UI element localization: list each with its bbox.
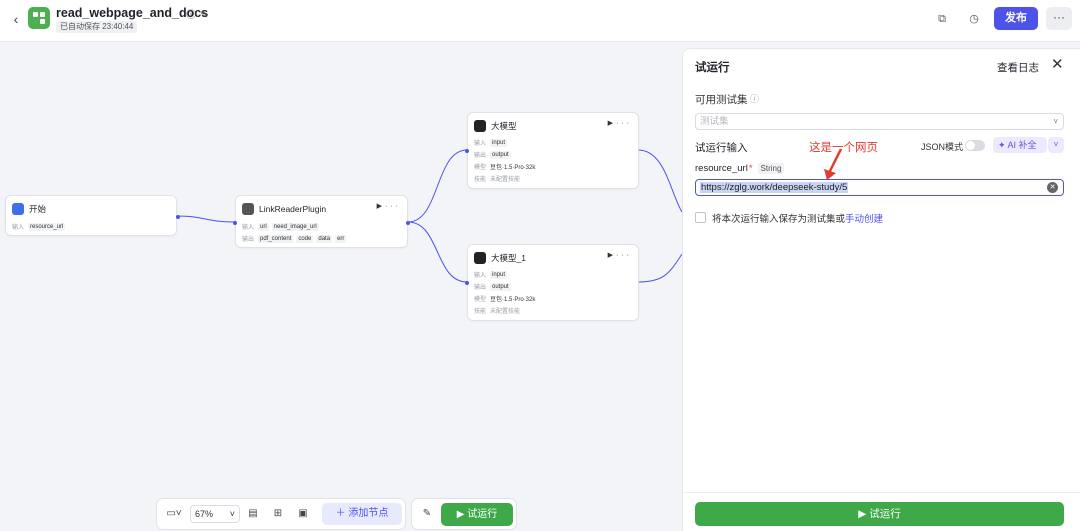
clear-icon[interactable]: ✕ xyxy=(1047,182,1058,193)
top-header: ‹ read_webpage_and_docs ⓘ✎ 已自动保存 23:40:4… xyxy=(0,0,1080,42)
add-node-button[interactable]: ＋ 添加节点 xyxy=(322,503,402,525)
copy-icon[interactable]: ⧉ xyxy=(933,10,951,28)
play-icon: ▶ xyxy=(456,509,468,520)
play-icon: ▶ xyxy=(858,508,870,520)
json-mode-label: JSON模式 xyxy=(921,142,964,152)
canvas-toolbar: ▭˅ 67% ˅ ▤ ⊞ ▣ ＋ 添加节点 xyxy=(156,498,406,530)
node-title: 大模型_1 xyxy=(491,252,526,263)
node-llm-1[interactable]: 大模型_1 ▶··· 输入 input 输出 output 模型 豆包·1.5·Pro… xyxy=(465,244,639,321)
more-icon[interactable]: ··· xyxy=(385,203,401,210)
panel-run-button[interactable]: ▶ 试运行 xyxy=(695,502,1064,526)
comment-icon[interactable]: ▤ xyxy=(245,506,261,522)
publish-button[interactable]: 发布 xyxy=(994,7,1038,30)
test-run-panel: 试运行 查看日志 ✕ 可用测试集 ⓘ 测试集 ˅ 试运行输入 这是一个网页 JS… xyxy=(682,48,1080,531)
workflow-canvas[interactable]: 开始 输入 resource_url LinkReaderPlugin ▶··· … xyxy=(0,42,682,531)
more-icon[interactable]: ··· xyxy=(616,120,632,127)
save-as-test-set-text: 将本次运行输入保存为测试集或手动创建 xyxy=(712,214,884,225)
input-port[interactable] xyxy=(465,149,469,153)
output-port[interactable] xyxy=(406,221,410,225)
run-input-label: 试运行输入 xyxy=(695,142,748,154)
test-set-select[interactable]: 测试集 ˅ xyxy=(695,113,1064,130)
annotation-arrow-icon xyxy=(824,148,843,180)
output-port[interactable] xyxy=(176,215,180,219)
llm-node-icon xyxy=(474,119,486,132)
panel-divider xyxy=(683,492,1080,493)
zoom-select[interactable]: 67% ˅ xyxy=(190,505,240,523)
more-menu-button[interactable]: ··· xyxy=(1046,7,1072,30)
manual-create-link[interactable]: 手动创建 xyxy=(845,214,883,225)
more-icon[interactable]: ··· xyxy=(616,252,632,259)
input-port[interactable] xyxy=(233,221,237,225)
close-icon[interactable]: ✕ xyxy=(1051,57,1064,73)
param-tag: resource_url xyxy=(28,222,66,231)
node-title: LinkReaderPlugin xyxy=(259,203,327,214)
chevron-down-icon: ˅ xyxy=(1053,117,1058,126)
ai-fill-button[interactable]: ✦ AI 补全 xyxy=(993,137,1047,153)
plus-icon: ＋ xyxy=(335,508,349,519)
play-icon[interactable]: ▶ xyxy=(608,252,616,259)
start-node-icon xyxy=(12,202,24,215)
node-title: 开始 xyxy=(29,203,47,214)
info-icon[interactable]: ⓘ xyxy=(750,92,759,105)
history-icon[interactable]: ◷ xyxy=(965,10,983,28)
run-toolbar: ✎ ▶ 试运行 xyxy=(411,498,517,530)
save-as-test-set-checkbox[interactable] xyxy=(695,212,706,223)
test-run-button[interactable]: ▶ 试运行 xyxy=(441,503,513,526)
back-chevron-icon[interactable]: ‹ xyxy=(8,11,24,27)
input-port[interactable] xyxy=(465,281,469,285)
llm-node-icon xyxy=(474,251,486,264)
layout-select-icon[interactable]: ▭˅ xyxy=(163,506,185,522)
json-mode-toggle[interactable] xyxy=(965,140,985,151)
edit-icon[interactable]: ✎ xyxy=(200,10,212,21)
minimap-icon[interactable]: ▣ xyxy=(295,506,311,522)
node-start[interactable]: 开始 输入 resource_url xyxy=(5,195,180,236)
info-icon[interactable]: ⓘ xyxy=(186,10,200,21)
chevron-down-icon: ˅ xyxy=(229,509,235,519)
type-badge: String xyxy=(757,163,785,174)
autosave-status: 已自动保存 23:40:44 xyxy=(56,21,138,33)
workflow-logo-icon xyxy=(28,7,50,29)
field-label: resource_url * String xyxy=(695,163,785,174)
play-icon[interactable]: ▶ xyxy=(608,120,616,127)
node-link-reader-plugin[interactable]: LinkReaderPlugin ▶··· 输入 url need_image_ur… xyxy=(233,195,410,248)
panel-title: 试运行 xyxy=(695,62,730,74)
sparkle-icon: ✦ xyxy=(998,140,1008,150)
view-log-link[interactable]: 查看日志 xyxy=(997,60,1039,75)
grid-icon[interactable]: ⊞ xyxy=(270,506,286,522)
resource-url-input[interactable]: https://zglg.work/deepseek-study/5 ✕ xyxy=(695,179,1064,196)
ai-fill-dropdown-icon[interactable]: ˅ xyxy=(1048,137,1064,153)
play-icon[interactable]: ▶ xyxy=(377,203,385,210)
debug-wrench-icon[interactable]: ✎ xyxy=(419,506,435,522)
node-llm[interactable]: 大模型 ▶··· 输入 input 输出 output 模型 豆包·1.5·Pro·3… xyxy=(465,112,639,189)
node-title: 大模型 xyxy=(491,120,517,131)
available-sets-label: 可用测试集 xyxy=(695,94,748,106)
plugin-node-icon xyxy=(242,202,254,215)
